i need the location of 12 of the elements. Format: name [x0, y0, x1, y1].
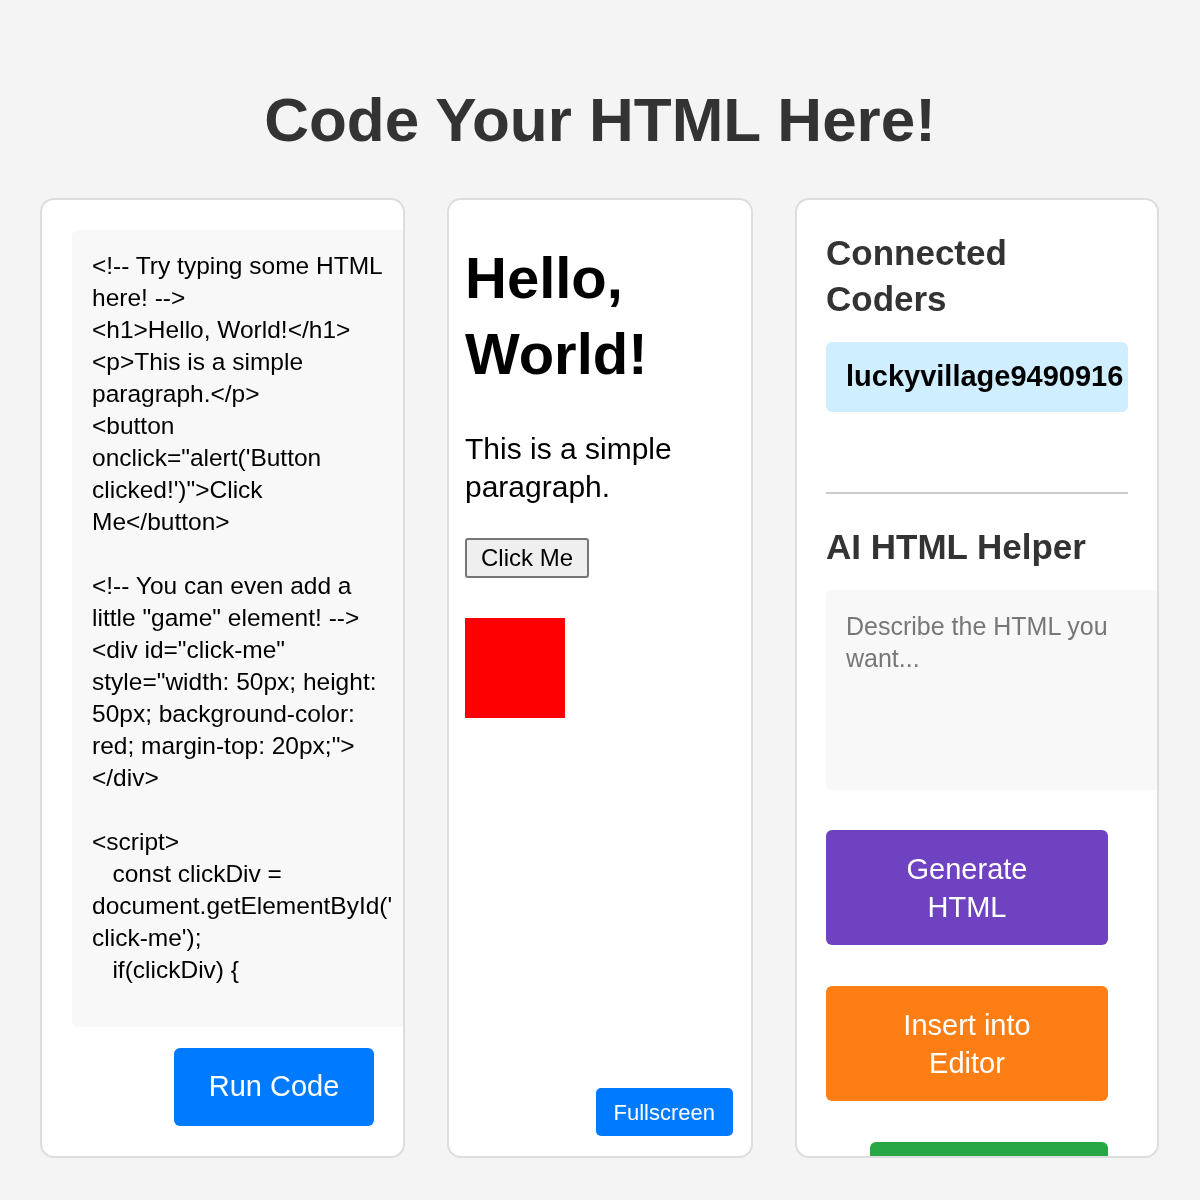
coders-title: Connected Coders: [826, 232, 1008, 320]
helper-title: AI HTML Helper: [826, 526, 1087, 568]
fullscreen-button[interactable]: Fullscreen: [595, 1088, 733, 1136]
prompt-field[interactable]: Describe the HTML you want...: [826, 590, 1157, 790]
preview-paragraph: This is a simple paragraph.: [465, 431, 673, 505]
action-button[interactable]: Generate HTML: [826, 830, 1108, 945]
preview-heading: Hello, World!: [465, 244, 649, 388]
coder-chip: luckyvillage9490916: [826, 342, 1128, 412]
code-editor[interactable]: <!-- Try typing some HTML here! --> <h1>Hello, World!</h1> <p>This is a simple paragraph.</p> <button onclick="alert('Button clicked!')">Click Me</button> <!-- You can even add a little "game" element! --> <div id="click-me" style="width: 50px; height: 50px; background-color: red; margin-top: 20px;"></div> <script> const clickDiv = document.getElementById('click-me'); if(clickDiv) {: [72, 230, 403, 1027]
page-title: Code Your HTML Here!: [264, 84, 936, 156]
run-code-button[interactable]: Run Code: [174, 1048, 374, 1126]
click-me-button[interactable]: Click Me: [465, 538, 589, 578]
